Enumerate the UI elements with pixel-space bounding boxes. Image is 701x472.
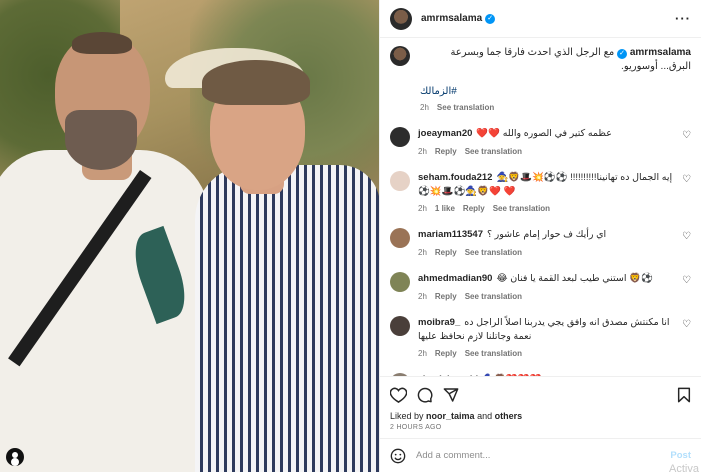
comment-item: joeayman20 عظمه كتير في الصوره والله ❤️❤️…: [390, 127, 691, 156]
comment-age: 2h: [418, 204, 427, 214]
comments-scroll-area[interactable]: amrmsalama ✓ مع الرجل الذي احدث فارقا جم…: [380, 38, 701, 376]
comment-icon[interactable]: [417, 387, 433, 403]
liked-by: Liked by noor_taima and others: [390, 411, 691, 421]
caption-text: amrmsalama ✓ مع الرجل الذي احدث فارقا جم…: [420, 46, 691, 74]
comment-text: ahmedmadian90 ⚽🦁 استني طيب لبعد القمة يا …: [418, 272, 675, 286]
post-timestamp: 2 HOURS AGO: [390, 424, 442, 431]
comment-like-icon[interactable]: ♡: [682, 319, 691, 329]
see-translation-link[interactable]: See translation: [465, 292, 522, 301]
comment-body: اي رأيك ف حوار إمام عاشور ؟: [486, 229, 607, 241]
emoji-icon[interactable]: [390, 448, 406, 464]
more-icon[interactable]: ···: [675, 11, 691, 26]
comment-input[interactable]: Add a comment...: [416, 450, 660, 461]
author-avatar[interactable]: [390, 7, 412, 30]
caption-username[interactable]: amrmsalama: [630, 47, 691, 58]
hair: [202, 60, 310, 105]
caption-meta: 2h See translation: [420, 103, 691, 112]
reply-button[interactable]: Reply: [463, 204, 485, 213]
commenter-avatar[interactable]: [390, 170, 410, 191]
user-tag-icon[interactable]: [6, 448, 24, 466]
comment-like-icon[interactable]: ♡: [682, 131, 691, 141]
comment-text: joeayman20 عظمه كتير في الصوره والله ❤️❤️: [418, 127, 675, 141]
commenter-avatar[interactable]: [390, 127, 410, 147]
commenter-avatar[interactable]: [390, 228, 410, 249]
reply-button[interactable]: Reply: [435, 147, 457, 156]
see-translation-link[interactable]: See translation: [465, 248, 522, 257]
comment-item: ahmedmadian90 ⚽🦁 استني طيب لبعد القمة يا …: [390, 272, 691, 301]
see-translation-link[interactable]: See translation: [493, 204, 550, 213]
post-side-panel: amrmsalama ✓ ··· amrmsalama ✓ مع الرجل ا…: [379, 0, 701, 472]
verified-icon: ✓: [617, 48, 628, 59]
post-photo[interactable]: [0, 0, 379, 472]
caption-age: 2h: [420, 103, 429, 112]
comment-meta: 2h Reply See translation: [418, 248, 675, 257]
liked-by-prefix: Liked by: [390, 411, 424, 421]
bookmark-icon[interactable]: [677, 387, 691, 403]
comment-body: ⚽🦁 استني طيب لبعد القمة يا فنان 😂: [496, 273, 653, 285]
reply-button[interactable]: Reply: [435, 248, 457, 257]
reply-button[interactable]: Reply: [435, 349, 457, 358]
liked-by-user[interactable]: noor_taima: [426, 411, 475, 421]
caption-hashtag[interactable]: #الزمالك: [420, 86, 691, 97]
caption: amrmsalama ✓ مع الرجل الذي احدث فارقا جم…: [390, 46, 691, 112]
author-username[interactable]: amrmsalama: [421, 13, 482, 24]
comment-item: moibra9_ انا مكنتش مصدق انه وافق يجي يدرب…: [390, 315, 691, 358]
commenter-username[interactable]: seham.fouda212: [418, 172, 492, 183]
author-name[interactable]: amrmsalama ✓: [421, 13, 496, 24]
comment-like-icon[interactable]: ♡: [682, 174, 691, 184]
comments-list: joeayman20 عظمه كتير في الصوره والله ❤️❤️…: [390, 127, 691, 376]
striped-shirt: [195, 165, 379, 472]
caption-avatar[interactable]: [390, 46, 410, 66]
post-header: amrmsalama ✓ ···: [380, 0, 701, 38]
comment-age: 2h: [418, 291, 427, 301]
activate-windows-watermark: Activa: [669, 463, 699, 472]
see-translation-link[interactable]: See translation: [465, 147, 522, 156]
commenter-username[interactable]: ahmedmadian90: [418, 273, 492, 284]
reply-button[interactable]: Reply: [435, 292, 457, 301]
heart-icon[interactable]: [390, 387, 407, 403]
commenter-username[interactable]: joeayman20: [418, 128, 472, 139]
verified-icon: ✓: [485, 13, 496, 24]
post-actions: Liked by noor_taima and others 2 HOURS A…: [380, 376, 701, 438]
comment-age: 2h: [418, 146, 427, 156]
comment-age: 2h: [418, 248, 427, 258]
commenter-avatar[interactable]: [390, 315, 410, 336]
hair: [72, 32, 132, 54]
comment-meta: 2h Reply See translation: [418, 349, 675, 358]
comment-age: 2h: [418, 349, 427, 359]
comment-like-icon[interactable]: ♡: [682, 276, 691, 286]
comment-item: seham.fouda212 إيه الجمال ده تهانينا!!!!!…: [390, 170, 691, 213]
post-comment-button[interactable]: Post: [670, 450, 691, 461]
share-icon[interactable]: [443, 387, 459, 403]
liked-by-and: and: [477, 411, 493, 421]
liked-by-others[interactable]: others: [495, 411, 523, 421]
comment-text: moibra9_ انا مكنتش مصدق انه وافق يجي يدرب…: [418, 316, 675, 344]
beard: [65, 110, 137, 170]
comment-item: mariam113547 اي رأيك ف حوار إمام عاشور ؟ 2…: [390, 228, 691, 257]
comment-meta: 2h 1 like Reply See translation: [418, 204, 675, 213]
post-modal: amrmsalama ✓ ··· amrmsalama ✓ مع الرجل ا…: [0, 0, 701, 472]
commenter-username[interactable]: moibra9_: [418, 317, 460, 328]
add-comment-bar: Add a comment... Post: [380, 438, 701, 472]
comment-text: seham.fouda212 إيه الجمال ده تهانينا!!!!!…: [418, 171, 675, 199]
comment-text: mariam113547 اي رأيك ف حوار إمام عاشور ؟: [418, 228, 675, 242]
comment-likes[interactable]: 1 like: [435, 204, 455, 213]
comment-body: عظمه كتير في الصوره والله ❤️❤️: [476, 128, 612, 139]
commenter-avatar[interactable]: [390, 272, 410, 293]
comment-like-icon[interactable]: ♡: [682, 232, 691, 242]
comment-meta: 2h Reply See translation: [418, 147, 675, 156]
commenter-username[interactable]: mariam113547: [418, 229, 483, 240]
see-translation-link[interactable]: See translation: [437, 103, 494, 112]
action-icons: [390, 385, 691, 405]
comment-meta: 2h Reply See translation: [418, 292, 675, 301]
see-translation-link[interactable]: See translation: [465, 349, 522, 358]
